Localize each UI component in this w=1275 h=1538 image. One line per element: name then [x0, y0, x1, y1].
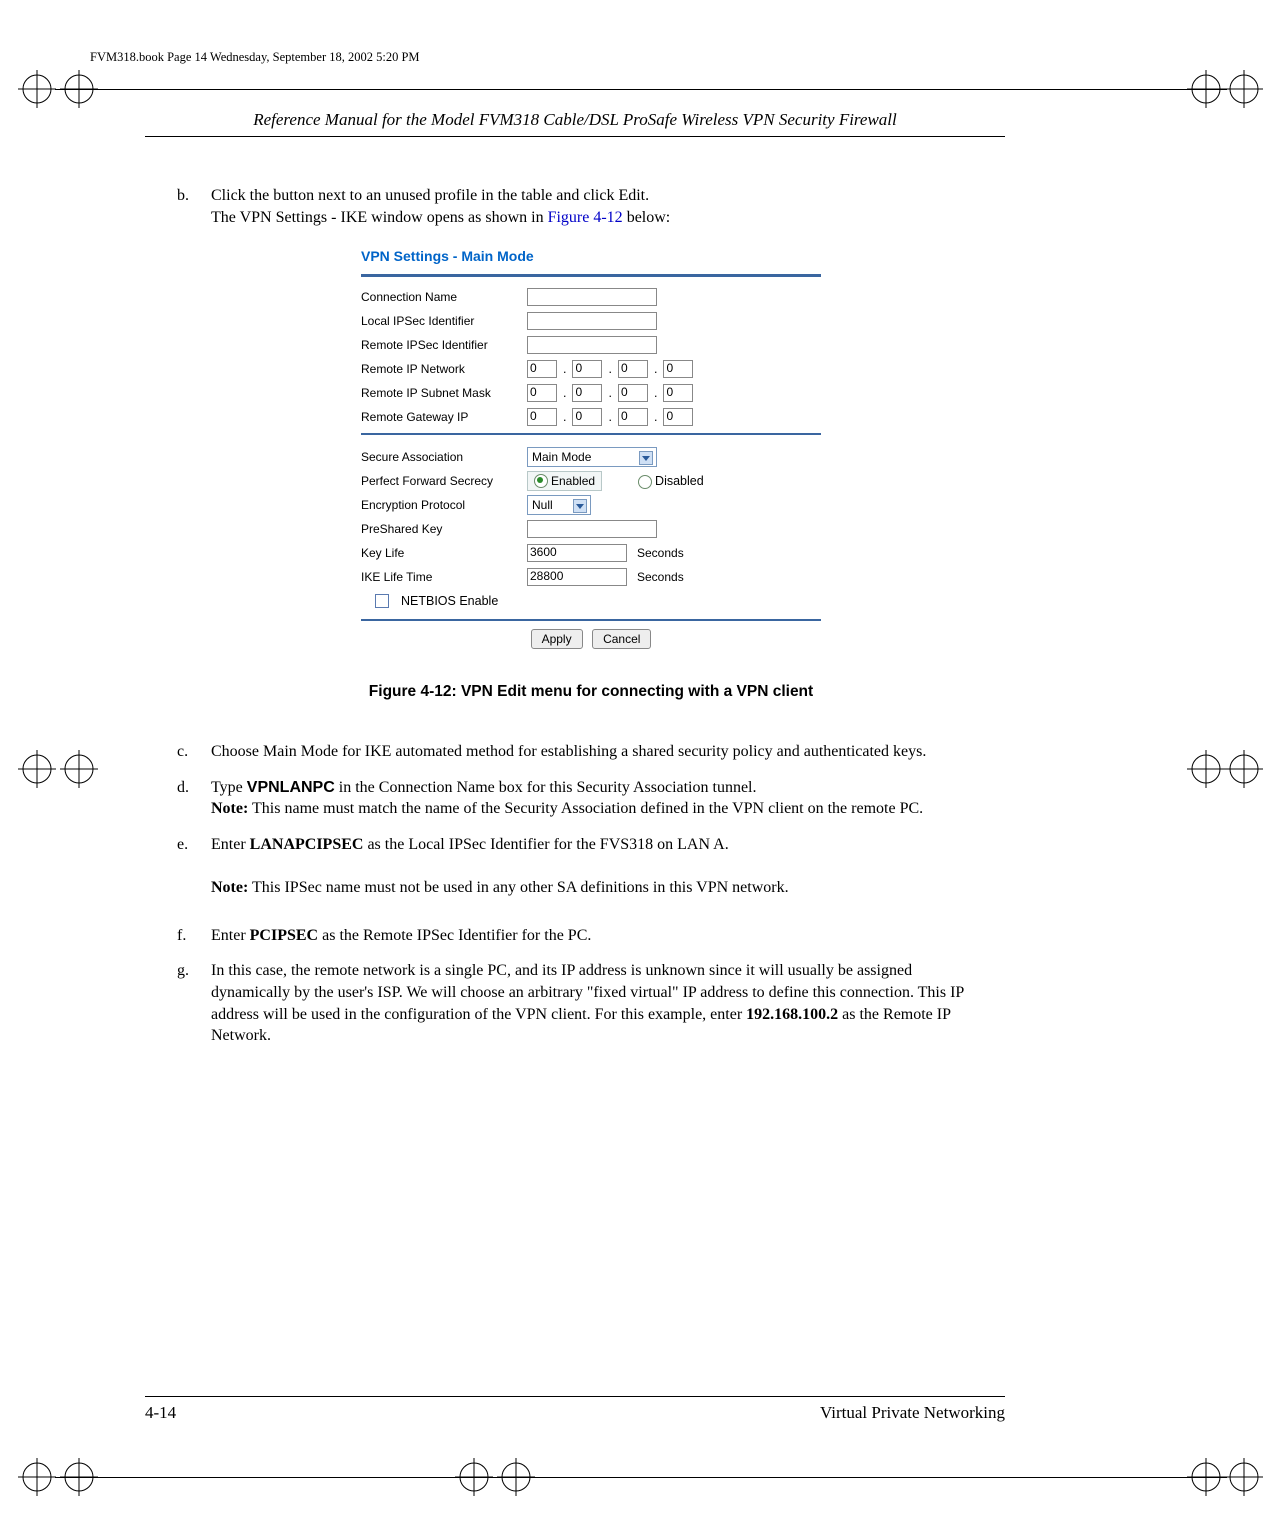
netbios-checkbox[interactable] — [375, 594, 389, 608]
crop-mark-icon — [1187, 750, 1225, 788]
figure-4-12: VPN Settings - Main Mode Connection Name… — [177, 248, 1005, 701]
cancel-button[interactable]: Cancel — [592, 629, 651, 649]
running-header: Reference Manual for the Model FVM318 Ca… — [145, 110, 1005, 137]
remote-ip-value: 192.168.100.2 — [746, 1006, 838, 1023]
vpn-settings-title: VPN Settings - Main Mode — [361, 248, 821, 264]
remote-mask-octet[interactable]: 0 — [527, 384, 557, 402]
apply-button[interactable]: Apply — [531, 629, 583, 649]
step-c: c. Choose Main Mode for IKE automated me… — [177, 741, 1005, 763]
connection-name-input[interactable] — [527, 288, 657, 306]
step-b-line2a: The VPN Settings - IKE window opens as s… — [211, 209, 548, 226]
remote-mask-octet[interactable]: 0 — [618, 384, 648, 402]
page-footer: 4-14 Virtual Private Networking — [145, 1396, 1005, 1423]
remote-mask-octet[interactable]: 0 — [572, 384, 602, 402]
step-marker: f. — [177, 925, 207, 947]
step-marker: g. — [177, 960, 207, 982]
note-label: Note: — [211, 879, 248, 896]
step-g: g. In this case, the remote network is a… — [177, 960, 1005, 1046]
pfs-enabled-radio[interactable]: Enabled — [527, 471, 602, 491]
remote-ipsec-input[interactable] — [527, 336, 657, 354]
step-d: d. Type VPNLANPC in the Connection Name … — [177, 777, 1005, 820]
local-ipsec-input[interactable] — [527, 312, 657, 330]
radio-icon — [534, 474, 548, 488]
lanapcipsec-value: LANAPCIPSEC — [250, 836, 364, 853]
remote-gw-octet[interactable]: 0 — [527, 408, 557, 426]
remote-gw-octet[interactable]: 0 — [572, 408, 602, 426]
step-b: b. Click the button next to an unused pr… — [177, 185, 1005, 228]
crop-rule — [55, 1477, 1227, 1478]
preshared-key-input[interactable] — [527, 520, 657, 538]
crop-mark-icon — [18, 70, 56, 108]
section-title: Virtual Private Networking — [820, 1403, 1005, 1423]
label-preshared-key: PreShared Key — [361, 522, 521, 536]
remote-net-octet[interactable]: 0 — [618, 360, 648, 378]
crop-rule — [55, 89, 1227, 90]
secure-association-select[interactable]: Main Mode — [527, 447, 657, 467]
label-key-life: Key Life — [361, 546, 521, 560]
remote-gw-octet[interactable]: 0 — [618, 408, 648, 426]
step-b-line1: Click the button next to an unused profi… — [211, 187, 649, 204]
label-netbios: NETBIOS Enable — [401, 594, 498, 608]
note-label: Note: — [211, 800, 248, 817]
step-marker: d. — [177, 777, 207, 799]
key-life-input[interactable]: 3600 — [527, 544, 627, 562]
crop-mark-icon — [18, 1458, 56, 1496]
figure-caption: Figure 4-12: VPN Edit menu for connectin… — [177, 683, 1005, 701]
step-marker: c. — [177, 741, 207, 763]
ike-life-input[interactable]: 28800 — [527, 568, 627, 586]
pfs-disabled-radio[interactable]: Disabled — [638, 474, 704, 489]
crop-mark-icon — [1225, 1458, 1263, 1496]
step-marker: b. — [177, 185, 207, 207]
seconds-label: Seconds — [637, 570, 684, 584]
crop-mark-icon — [1225, 70, 1263, 108]
label-secure-association: Secure Association — [361, 450, 521, 464]
step-marker: e. — [177, 834, 207, 856]
label-local-ipsec: Local IPSec Identifier — [361, 314, 521, 328]
step-c-text: Choose Main Mode for IKE automated metho… — [211, 741, 971, 763]
remote-gw-octet[interactable]: 0 — [663, 408, 693, 426]
crop-mark-icon — [1225, 750, 1263, 788]
label-connection-name: Connection Name — [361, 290, 521, 304]
remote-mask-octet[interactable]: 0 — [663, 384, 693, 402]
print-tag: FVM318.book Page 14 Wednesday, September… — [90, 50, 420, 65]
step-f: f. Enter PCIPSEC as the Remote IPSec Ide… — [177, 925, 1005, 947]
label-encryption: Encryption Protocol — [361, 498, 521, 512]
pcipsec-value: PCIPSEC — [250, 927, 318, 944]
encryption-select[interactable]: Null — [527, 495, 591, 515]
label-remote-ip-network: Remote IP Network — [361, 362, 521, 376]
remote-net-octet[interactable]: 0 — [527, 360, 557, 378]
page-number: 4-14 — [145, 1403, 176, 1423]
remote-net-octet[interactable]: 0 — [572, 360, 602, 378]
vpnlanpc-value: VPNLANPC — [247, 779, 335, 796]
seconds-label: Seconds — [637, 546, 684, 560]
remote-net-octet[interactable]: 0 — [663, 360, 693, 378]
label-remote-ipsec: Remote IPSec Identifier — [361, 338, 521, 352]
label-remote-gateway: Remote Gateway IP — [361, 410, 521, 424]
crop-mark-icon — [18, 750, 56, 788]
label-ike-life: IKE Life Time — [361, 570, 521, 584]
crop-mark-icon — [60, 750, 98, 788]
label-pfs: Perfect Forward Secrecy — [361, 474, 521, 488]
step-b-line2b: below: — [623, 209, 671, 226]
radio-icon — [638, 475, 652, 489]
figure-xref: Figure 4-12 — [548, 209, 623, 226]
step-e: e. Enter LANAPCIPSEC as the Local IPSec … — [177, 834, 1005, 899]
label-remote-subnet: Remote IP Subnet Mask — [361, 386, 521, 400]
